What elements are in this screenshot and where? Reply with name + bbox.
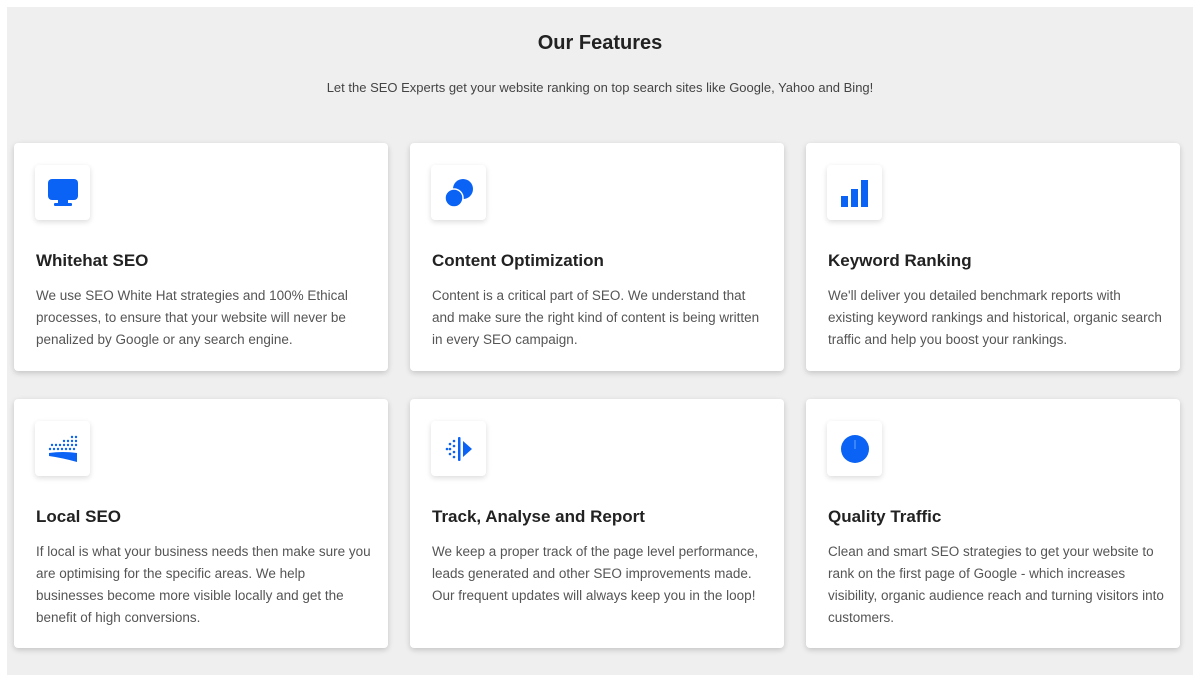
overlapping-circles-icon: [431, 165, 486, 220]
feature-description: We'll deliver you detailed benchmark rep…: [828, 288, 1162, 347]
play-track-icon: [431, 421, 486, 476]
feature-card-content-optimization: Content Optimization Content is a critic…: [410, 143, 784, 371]
feature-title: Whitehat SEO: [36, 251, 149, 270]
feature-title: Quality Traffic: [828, 507, 942, 526]
monitor-icon: [35, 165, 90, 220]
feature-title: Content Optimization: [432, 251, 604, 270]
bar-chart-icon: [827, 165, 882, 220]
feature-description: We use SEO White Hat strategies and 100%…: [36, 288, 348, 347]
section-title: Our Features: [537, 32, 663, 54]
feature-title: Local SEO: [36, 507, 122, 526]
feature-card-track-analyse-report: Track, Analyse and Report We keep a prop…: [410, 399, 784, 648]
feature-description: Clean and smart SEO strategies to get yo…: [828, 544, 1164, 625]
feature-card-local-seo: Local SEO If local is what your business…: [14, 399, 388, 648]
feature-title: Track, Analyse and Report: [432, 507, 645, 526]
feature-description: If local is what your business needs the…: [36, 544, 371, 625]
dotted-wave-icon: [35, 421, 90, 476]
feature-card-keyword-ranking: Keyword Ranking We'll deliver you detail…: [806, 143, 1180, 371]
feature-card-whitehat-seo: Whitehat SEO We use SEO White Hat strate…: [14, 143, 388, 371]
feature-title: Keyword Ranking: [828, 251, 972, 270]
feature-description: Content is a critical part of SEO. We un…: [432, 288, 760, 347]
feature-card-quality-traffic: Quality Traffic Clean and smart SEO stra…: [806, 399, 1180, 648]
clock-icon: [827, 421, 882, 476]
section-subtitle: Let the SEO Experts get your website ran…: [326, 80, 874, 95]
feature-description: We keep a proper track of the page level…: [432, 544, 759, 603]
